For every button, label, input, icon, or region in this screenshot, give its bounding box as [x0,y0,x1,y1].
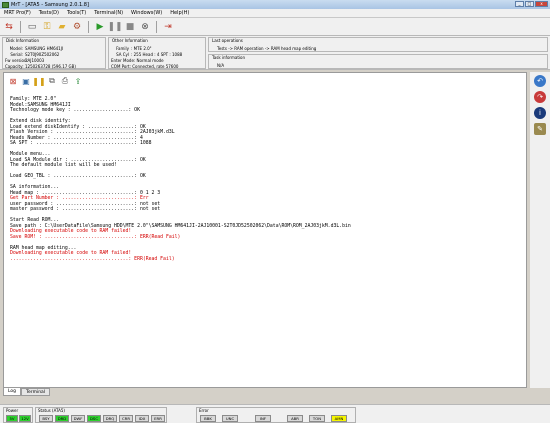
family-value: : MTE 2.0" [131,46,152,51]
last-operations-group: Last operations Tests -> RAM operation -… [208,37,548,52]
close-button[interactable]: x [535,1,548,7]
app-icon [2,1,9,8]
copy-log-icon[interactable]: ⧉ [47,76,57,86]
error-amn: AMN [331,415,347,422]
toolbar-divider [156,20,157,33]
com-port-value: Connected, rate 57600 [132,64,179,69]
folder-icon[interactable]: ▰ [56,21,68,33]
task-info-text: N/A [217,63,225,68]
family-label: Family [116,46,129,51]
status-bar: Power 5V 12V Status (ATA5) BSY DRD DWF D… [0,404,550,423]
status-crr: CRR [119,415,133,422]
status-dwf: DWF [71,415,85,422]
status-drq: DRQ [103,415,117,422]
menu-tools[interactable]: Tools(T) [67,10,86,16]
disk-info-title: Disk Information [6,38,40,43]
clear-log-icon[interactable]: ⊠ [8,76,18,86]
disk-info-group: Disk Information Model: SAMSUNG HM641JI S… [2,37,106,69]
minimize-button[interactable]: _ [515,1,524,7]
redo-icon[interactable]: ↷ [534,91,546,103]
disk-model-value: SAMSUNG HM641JI [25,46,64,51]
print-log-icon[interactable]: ⎙ [60,76,70,86]
disk-capacity-value: 1250263728 (596.17 GB) [25,64,76,69]
log-output: Family: MTE 2.0" Model:SAMSUNG HM641JI Tec… [10,97,351,262]
ata-status-label: Status (ATA5) [38,408,65,413]
cancel-icon[interactable]: ⊗ [139,21,151,33]
stop-icon[interactable]: ■ [124,21,136,33]
menu-help[interactable]: Help(H) [170,10,189,16]
disk-serial-value: S2T0J90Z502062 [25,52,60,57]
info-icon[interactable]: i [534,107,546,119]
tools-icon[interactable]: ✎ [534,123,546,135]
log-toolbar: ⊠ ▣ ❚❚ ⧉ ⎙ ⇪ [4,73,526,89]
maximize-button[interactable]: □ [525,1,534,7]
disk-capacity-label: Capacity: [5,64,24,69]
power-label: Power [6,408,19,413]
last-operations-text: Tests -> RAM operation -> RAM head map e… [217,46,317,51]
com-port-label: COM Port: [111,64,131,69]
sa-cyl-value: : 255 Head : 4 SPT : 1088 [131,52,183,57]
status-bsy: BSY [39,415,53,422]
title-bar: MrT - [ATA5 - Samsung 2.0.1.8] _ □ x [0,0,550,9]
toolbar-divider [88,20,89,33]
undo-icon[interactable]: ↶ [534,75,546,87]
bottom-tabs: Log Terminal [3,388,51,396]
right-toolbar: ↶ ↷ i ✎ [530,72,550,388]
disk-fw-value: 2AJ10003 [25,58,45,63]
tab-log[interactable]: Log [3,388,22,396]
disk-fw-label: Fw version: [5,58,28,63]
ata-status-group: Status (ATA5) BSY DRD DWF DSC DRQ CRR ID… [35,407,167,423]
lock-icon[interactable]: ⚿ [41,21,53,33]
other-info-group: Other Information Family: MTE 2.0" SA Cy… [108,37,206,69]
disk-model-label: Model: [9,46,23,51]
settings-icon[interactable]: ⚙ [71,21,83,33]
error-inf: INF [255,415,271,422]
menu-terminal[interactable]: Terminal(N) [94,10,123,16]
pause-log-icon[interactable]: ❚❚ [32,76,45,86]
info-panel: Disk Information Model: SAMSUNG HM641JI S… [0,36,550,70]
disk-serial-label: Serial: [10,52,23,57]
error-ton: TON [309,415,325,422]
error-unc: UNC [222,415,238,422]
status-dsc: DSC [87,415,101,422]
connect-icon[interactable]: ⇆ [3,21,15,33]
error-label: Error [199,408,209,413]
task-info-group: Task information N/A [208,54,548,69]
task-info-title: Task information [212,55,245,60]
menu-windows[interactable]: Windows(W) [131,10,162,16]
power-group: Power 5V 12V [3,407,33,423]
exit-icon[interactable]: ⇥ [162,21,174,33]
other-info-title: Other Information [112,38,148,43]
error-group: Error BBK UNC INF ABR TON AMN [196,407,356,423]
menu-bar: MRT Pro(F) Tests(D) Tools(T) Terminal(N)… [0,9,550,18]
export-log-icon[interactable]: ⇪ [73,76,83,86]
enter-mode-value: Normal mode [136,58,164,63]
menu-tests[interactable]: Tests(D) [39,10,59,16]
window-title: MrT - [ATA5 - Samsung 2.0.1.8] [11,1,89,8]
power-5v-indicator: 5V [6,415,18,422]
power-12v-indicator: 12V [19,415,31,422]
log-panel: ⊠ ▣ ❚❚ ⧉ ⎙ ⇪ Family: MTE 2.0" Model:SAMSU… [3,72,527,388]
status-err: ERR [151,415,165,422]
menu-mrt-pro[interactable]: MRT Pro(F) [4,10,31,16]
log-line: ........................................… [10,256,175,262]
status-drd: DRD [55,415,69,422]
main-toolbar: ⇆ ▭ ⚿ ▰ ⚙ ▶ ❚❚ ■ ⊗ ⇥ [0,18,550,36]
play-icon[interactable]: ▶ [94,21,106,33]
error-bbk: BBK [200,415,216,422]
status-idx: IDX [135,415,149,422]
sa-cyl-label: SA Cyl [116,52,129,57]
pause-icon[interactable]: ❚❚ [107,21,122,33]
enter-mode-label: Enter Mode: [111,58,136,63]
error-abr: ABR [287,415,303,422]
toolbar-divider [20,20,21,33]
save-log-icon[interactable]: ▣ [21,76,31,86]
last-operations-title: Last operations [212,38,243,43]
tab-terminal[interactable]: Terminal [21,388,51,396]
drive-icon[interactable]: ▭ [26,21,38,33]
